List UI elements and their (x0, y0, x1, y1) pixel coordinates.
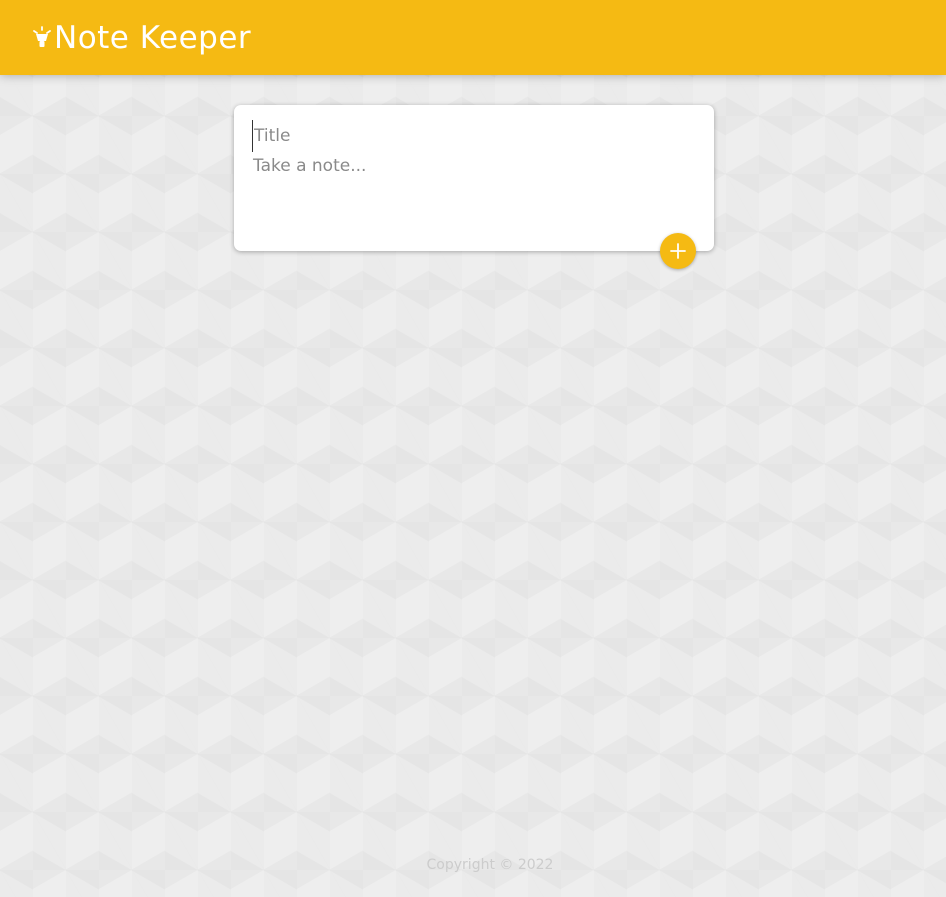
note-content-input[interactable] (252, 152, 696, 222)
page-footer: Copyright © 2022 (0, 857, 946, 873)
plus-icon (669, 242, 687, 260)
lightbulb-icon (32, 25, 52, 50)
create-note-form (234, 105, 714, 251)
add-note-button[interactable] (660, 233, 696, 269)
note-title-input[interactable] (252, 120, 474, 152)
app-header: Note Keeper (0, 0, 946, 75)
app-title: Note Keeper (54, 19, 252, 56)
copyright-text: Copyright © 2022 (426, 857, 554, 873)
